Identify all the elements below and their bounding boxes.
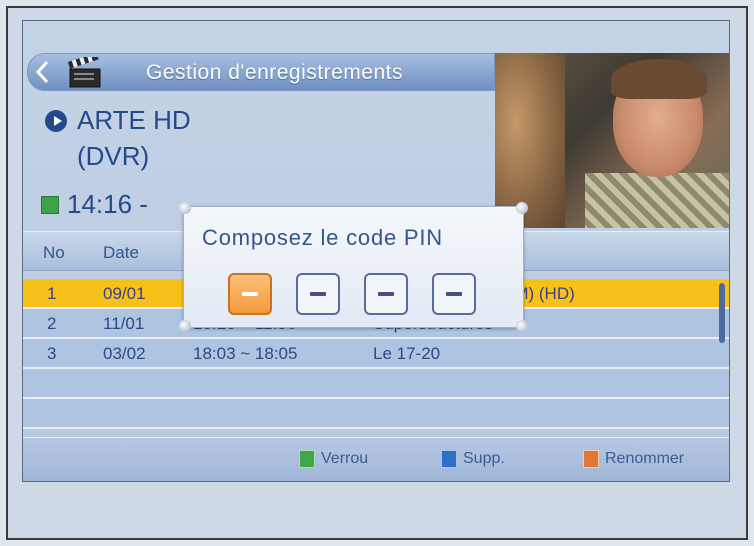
recording-time-text: 14:16 -	[67, 189, 148, 219]
clapperboard-icon	[67, 52, 104, 89]
pin-digit-4[interactable]	[432, 273, 476, 315]
pin-digit-1[interactable]	[228, 273, 272, 315]
pin-dialog-title: Composez le code PIN	[202, 225, 443, 250]
dialog-corner-icon	[516, 320, 528, 332]
row-date: 11/01	[103, 314, 145, 333]
blue-key-icon	[441, 450, 457, 468]
row-title: Le 17-20	[373, 344, 441, 363]
lock-button[interactable]: Verrou	[299, 450, 368, 468]
column-header-no: No	[43, 243, 65, 262]
recording-time: 14:16 -	[41, 189, 148, 220]
page-title: Gestion d'enregistrements	[146, 61, 403, 84]
pin-dialog: Composez le code PIN	[179, 202, 528, 332]
column-header-date: Date	[103, 243, 139, 262]
footer-bar: Verrou Supp. Renommer	[23, 437, 729, 481]
lock-label: Verrou	[321, 450, 369, 467]
row-time: 18:03 ~ 18:05	[193, 344, 298, 363]
play-icon	[45, 109, 67, 132]
table-row[interactable]: 3 03/02 18:03 ~ 18:05 Le 17-20	[23, 339, 729, 369]
row-no: 1	[47, 284, 57, 303]
header-bar: Gestion d'enregistrements	[27, 52, 495, 91]
rename-label: Renommer	[605, 450, 685, 467]
chevron-left-icon[interactable]	[28, 54, 58, 90]
channel-info: ARTE HD	[45, 105, 191, 136]
channel-source: (DVR)	[77, 141, 150, 171]
dialog-corner-icon	[179, 320, 191, 332]
row-date: 09/01	[103, 284, 146, 303]
row-date: 03/02	[103, 344, 146, 363]
pin-digit-3[interactable]	[364, 273, 408, 315]
dialog-corner-icon	[516, 202, 528, 214]
green-status-icon	[41, 195, 59, 214]
recordings-screen: Gestion d'enregistrements ARTE HD (DVR) …	[22, 20, 730, 482]
row-no: 3	[47, 344, 57, 363]
rename-button[interactable]: Renommer	[583, 450, 684, 468]
row-no: 2	[47, 314, 57, 333]
video-preview	[495, 53, 729, 228]
orange-key-icon	[583, 450, 599, 468]
table-row-empty	[23, 369, 729, 399]
delete-button[interactable]: Supp.	[441, 450, 505, 468]
pin-digit-2[interactable]	[296, 273, 340, 315]
list-scrollbar[interactable]	[719, 283, 725, 343]
dialog-corner-icon	[179, 202, 191, 214]
green-key-icon	[299, 450, 315, 468]
channel-name: ARTE HD	[77, 105, 191, 135]
table-row-empty	[23, 399, 729, 429]
delete-label: Supp.	[463, 450, 505, 467]
